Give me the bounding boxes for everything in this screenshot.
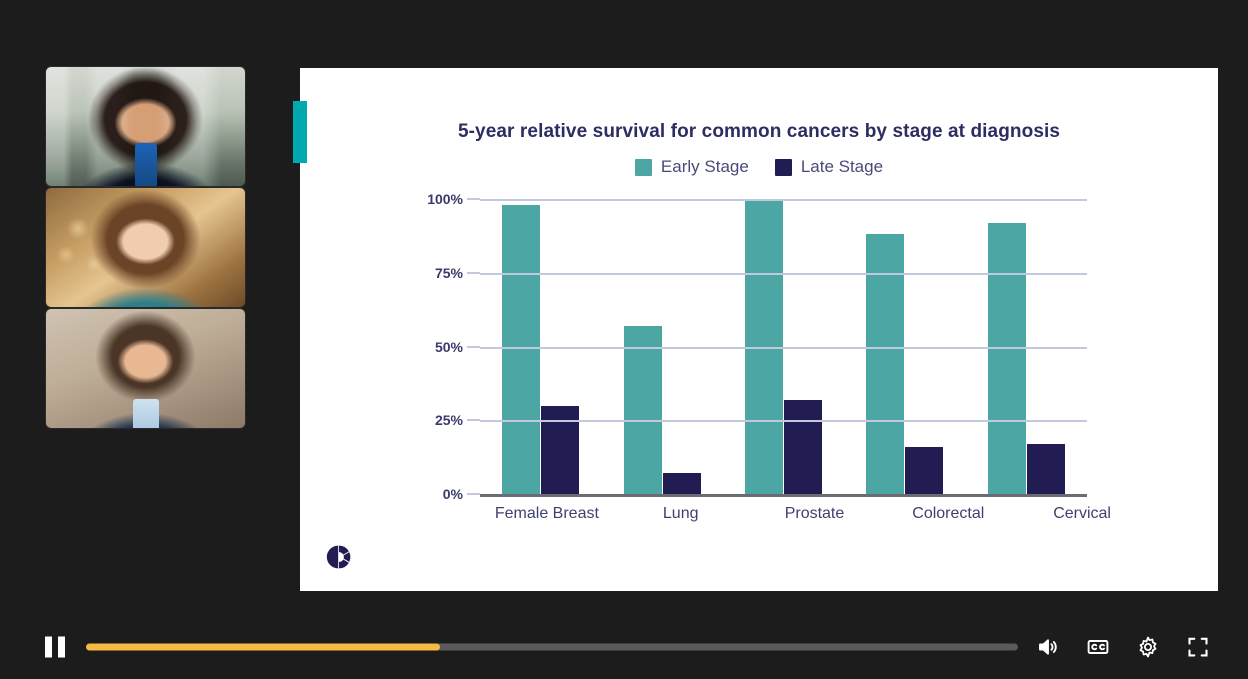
y-axis-tick-mark bbox=[467, 419, 480, 422]
pause-icon[interactable] bbox=[45, 636, 65, 658]
y-axis-tick-mark bbox=[467, 198, 480, 200]
bar[interactable] bbox=[502, 204, 541, 494]
bar[interactable] bbox=[541, 405, 580, 494]
legend-label-late-stage: Late Stage bbox=[800, 157, 884, 176]
y-axis-tick-label: 100% bbox=[427, 191, 463, 207]
gear-icon[interactable] bbox=[1136, 635, 1160, 659]
bar[interactable] bbox=[783, 399, 822, 494]
x-axis-tick-label: Colorectal bbox=[912, 505, 985, 522]
legend-item-late-stage: Late Stage bbox=[774, 157, 884, 177]
chart-title: 5-year relative survival for common canc… bbox=[457, 121, 1061, 142]
participant-filmstrip bbox=[46, 67, 245, 428]
fullscreen-icon[interactable] bbox=[1186, 635, 1210, 659]
player-right-controls bbox=[1036, 635, 1210, 659]
x-axis-tick-label: Lung bbox=[662, 505, 699, 522]
participant-video-tile[interactable] bbox=[46, 188, 245, 307]
gridline bbox=[480, 420, 1087, 423]
y-axis-tick-mark bbox=[467, 271, 480, 274]
gridline bbox=[480, 199, 1087, 201]
closed-captions-icon[interactable] bbox=[1086, 635, 1110, 659]
progress-bar-fill bbox=[86, 643, 441, 651]
x-axis-tick-label: Cervical bbox=[1053, 505, 1111, 522]
participant-video-tile[interactable] bbox=[46, 67, 245, 186]
x-axis-tick-label: Prostate bbox=[784, 505, 845, 522]
y-axis-tick-label: 25% bbox=[434, 412, 463, 429]
bar[interactable] bbox=[623, 325, 662, 494]
y-axis-tick-mark bbox=[467, 493, 480, 495]
y-axis-tick-label: 50% bbox=[434, 338, 463, 355]
legend-label-early-stage: Early Stage bbox=[660, 157, 749, 176]
y-axis-tick-mark bbox=[467, 345, 480, 348]
bar[interactable] bbox=[987, 222, 1026, 494]
chart-legend: Early Stage Late Stage bbox=[300, 157, 1218, 177]
legend-item-early-stage: Early Stage bbox=[634, 157, 749, 177]
x-axis-labels: Female Breast Lung Prostate Colorectal Cervi… bbox=[480, 505, 1149, 523]
bar[interactable] bbox=[1026, 443, 1065, 494]
gridline bbox=[480, 346, 1087, 349]
legend-swatch-early-stage bbox=[634, 158, 652, 176]
progress-bar-track[interactable] bbox=[86, 643, 1018, 651]
gridline bbox=[480, 272, 1087, 275]
volume-icon[interactable] bbox=[1036, 635, 1060, 659]
y-axis-tick-label: 0% bbox=[442, 486, 463, 502]
y-axis-tick-label: 75% bbox=[434, 264, 463, 281]
participant-video-tile[interactable] bbox=[46, 309, 245, 428]
segmented-donut-logo-icon bbox=[326, 545, 351, 569]
chart-plot-area: 0% 25% 50% 75% 100% bbox=[418, 191, 1087, 502]
legend-swatch-late-stage bbox=[774, 158, 792, 176]
plot-canvas bbox=[480, 199, 1087, 497]
bar[interactable] bbox=[905, 446, 944, 494]
presentation-slide: 5-year relative survival for common canc… bbox=[293, 68, 1218, 591]
bar[interactable] bbox=[662, 473, 701, 494]
video-player-controls bbox=[0, 615, 1248, 679]
x-axis-tick-label: Female Breast bbox=[494, 505, 599, 522]
y-axis: 0% 25% 50% 75% 100% bbox=[418, 191, 480, 502]
